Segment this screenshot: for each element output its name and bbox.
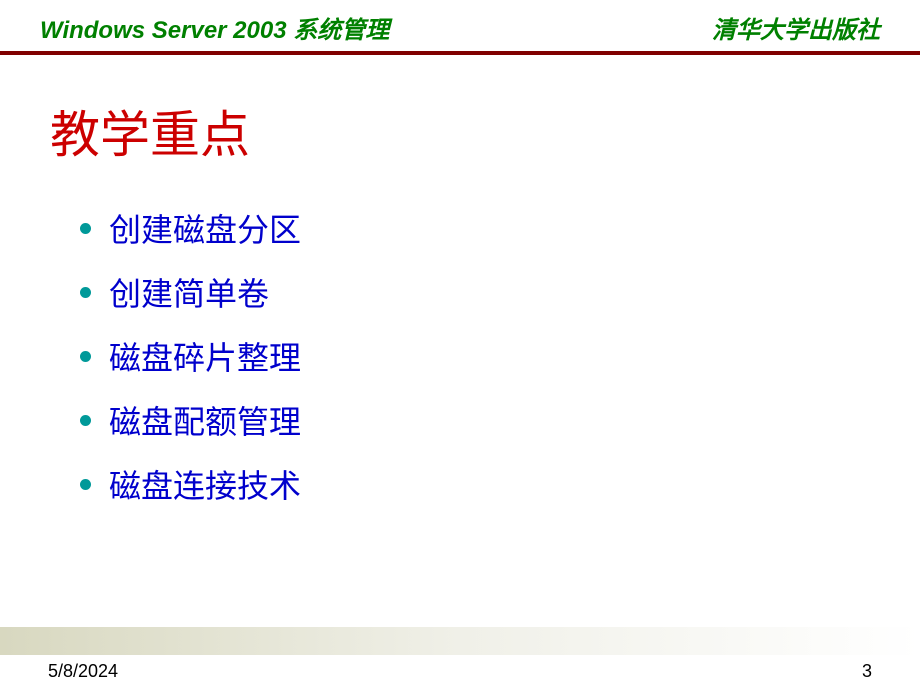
bullet-text: 磁盘配额管理 [109,397,301,443]
bullet-icon [80,479,91,490]
header-left-text: Windows Server 2003 系统管理 [40,10,389,45]
bullet-text: 磁盘连接技术 [109,461,301,507]
bullet-text: 创建磁盘分区 [109,205,301,251]
slide-header: Windows Server 2003 系统管理 清华大学出版社 [0,0,920,51]
header-right-text: 清华大学出版社 [712,10,880,45]
slide-content: 教学重点 创建磁盘分区 创建简单卷 磁盘碎片整理 磁盘配额管理 磁盘连接技术 [0,55,920,545]
bullet-icon [80,287,91,298]
bullet-icon [80,223,91,234]
list-item: 创建磁盘分区 [80,205,870,251]
slide-footer: 5/8/2024 3 [0,655,920,690]
footer-date: 5/8/2024 [48,661,118,682]
footer-gradient-bar [0,627,920,655]
slide-title: 教学重点 [50,95,870,167]
footer-page-number: 3 [862,661,872,682]
list-item: 磁盘配额管理 [80,397,870,443]
bullet-text: 创建简单卷 [109,269,269,315]
bullet-list: 创建磁盘分区 创建简单卷 磁盘碎片整理 磁盘配额管理 磁盘连接技术 [50,205,870,507]
list-item: 创建简单卷 [80,269,870,315]
slide-footer-area: 5/8/2024 3 [0,627,920,690]
list-item: 磁盘连接技术 [80,461,870,507]
bullet-text: 磁盘碎片整理 [109,333,301,379]
list-item: 磁盘碎片整理 [80,333,870,379]
bullet-icon [80,351,91,362]
bullet-icon [80,415,91,426]
